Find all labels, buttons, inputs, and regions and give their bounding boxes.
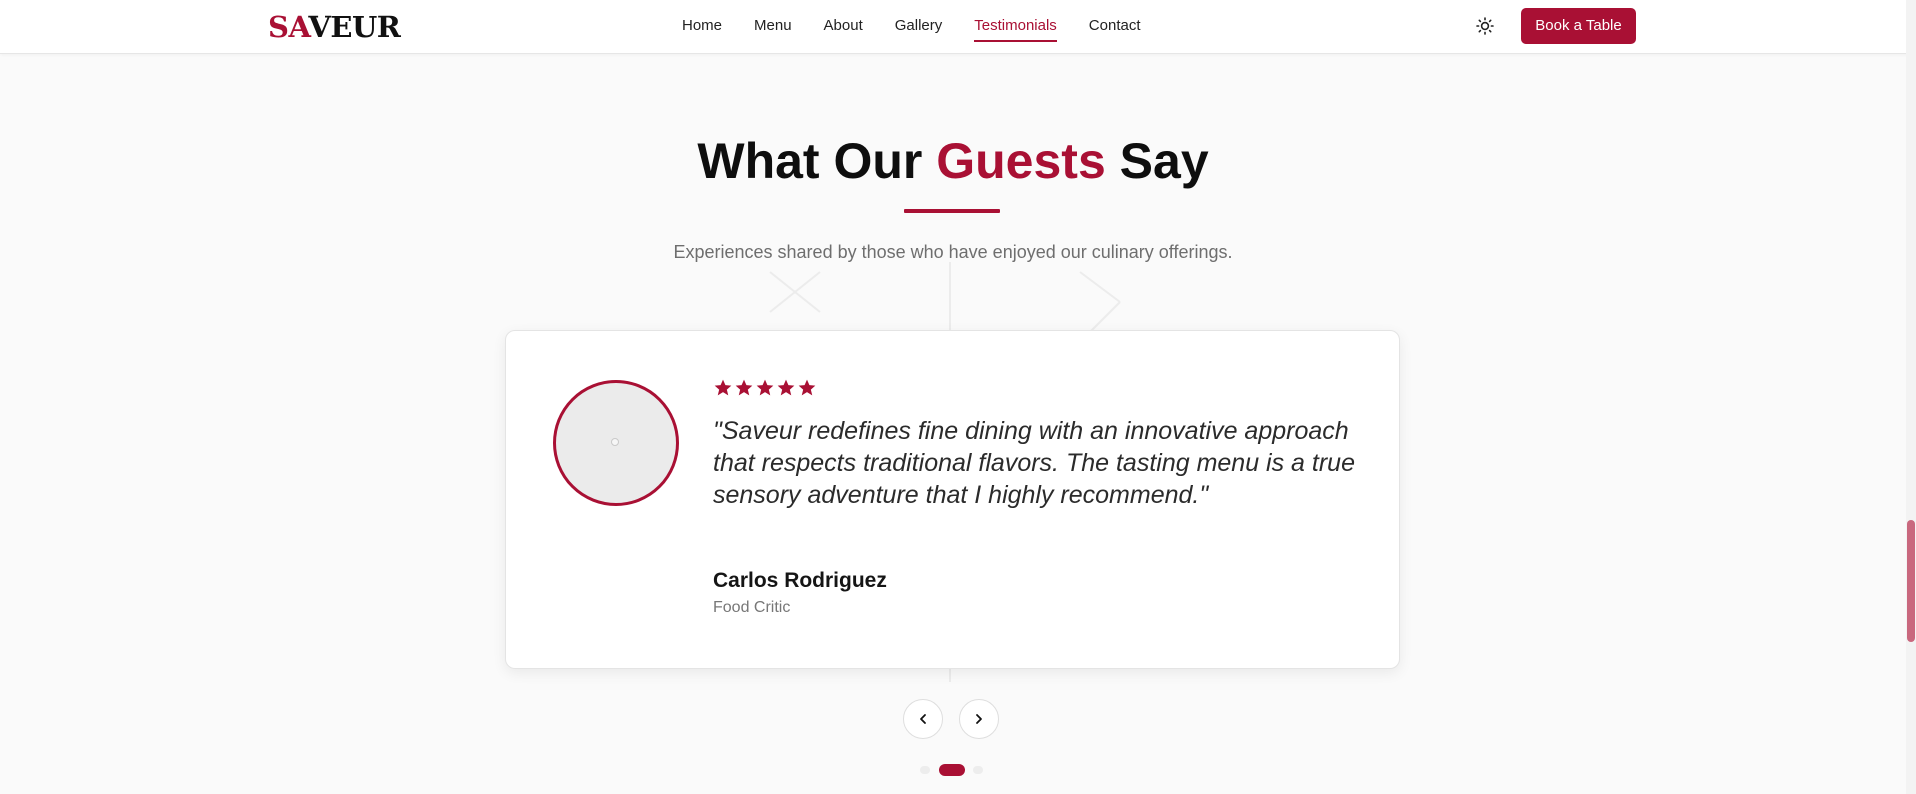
- title-accent: Guests: [936, 133, 1106, 189]
- nav-gallery[interactable]: Gallery: [895, 15, 943, 42]
- author-name: Carlos Rodriguez: [713, 569, 887, 592]
- star-rating: [713, 378, 817, 398]
- avatar-placeholder-icon: [611, 438, 619, 446]
- saveur-logo[interactable]: SAVEUR: [268, 10, 401, 44]
- star-icon: [755, 378, 775, 398]
- nav-about[interactable]: About: [824, 15, 863, 42]
- chevron-right-icon: [976, 714, 982, 724]
- avatar: [553, 380, 679, 506]
- next-button[interactable]: [959, 699, 999, 739]
- carousel-dot-2-active[interactable]: [939, 764, 965, 776]
- previous-button[interactable]: [903, 699, 943, 739]
- logo-accent: SA: [268, 10, 309, 44]
- author-role: Food Critic: [713, 599, 791, 616]
- logo-rest: VEUR: [308, 10, 401, 44]
- title-after: Say: [1105, 133, 1209, 189]
- main-nav: Home Menu About Gallery Testimonials Con…: [682, 15, 1141, 42]
- site-header: SAVEUR Home Menu About Gallery Testimoni…: [0, 0, 1911, 54]
- nav-contact[interactable]: Contact: [1089, 15, 1141, 42]
- sun-icon[interactable]: [1474, 15, 1496, 37]
- nav-testimonials[interactable]: Testimonials: [974, 15, 1057, 42]
- title-underline: [904, 209, 1000, 213]
- title-before: What Our: [697, 133, 937, 189]
- carousel-indicators: [920, 764, 986, 776]
- carousel-dot-1[interactable]: [920, 766, 930, 774]
- scrollbar-track[interactable]: [1906, 0, 1916, 794]
- scrollbar-thumb[interactable]: [1907, 520, 1915, 642]
- nav-home[interactable]: Home: [682, 15, 722, 42]
- star-icon: [713, 378, 733, 398]
- testimonial-card: "Saveur redefines fine dining with an in…: [505, 330, 1400, 669]
- star-icon: [797, 378, 817, 398]
- nav-menu[interactable]: Menu: [754, 15, 792, 42]
- book-table-button[interactable]: Book a Table: [1521, 8, 1636, 44]
- testimonial-quote: "Saveur redefines fine dining with an in…: [713, 417, 1355, 509]
- carousel-dot-3[interactable]: [973, 766, 983, 774]
- star-icon: [776, 378, 796, 398]
- chevron-left-icon: [920, 714, 926, 724]
- star-icon: [734, 378, 754, 398]
- section-title: What Our Guests Say: [0, 128, 1906, 194]
